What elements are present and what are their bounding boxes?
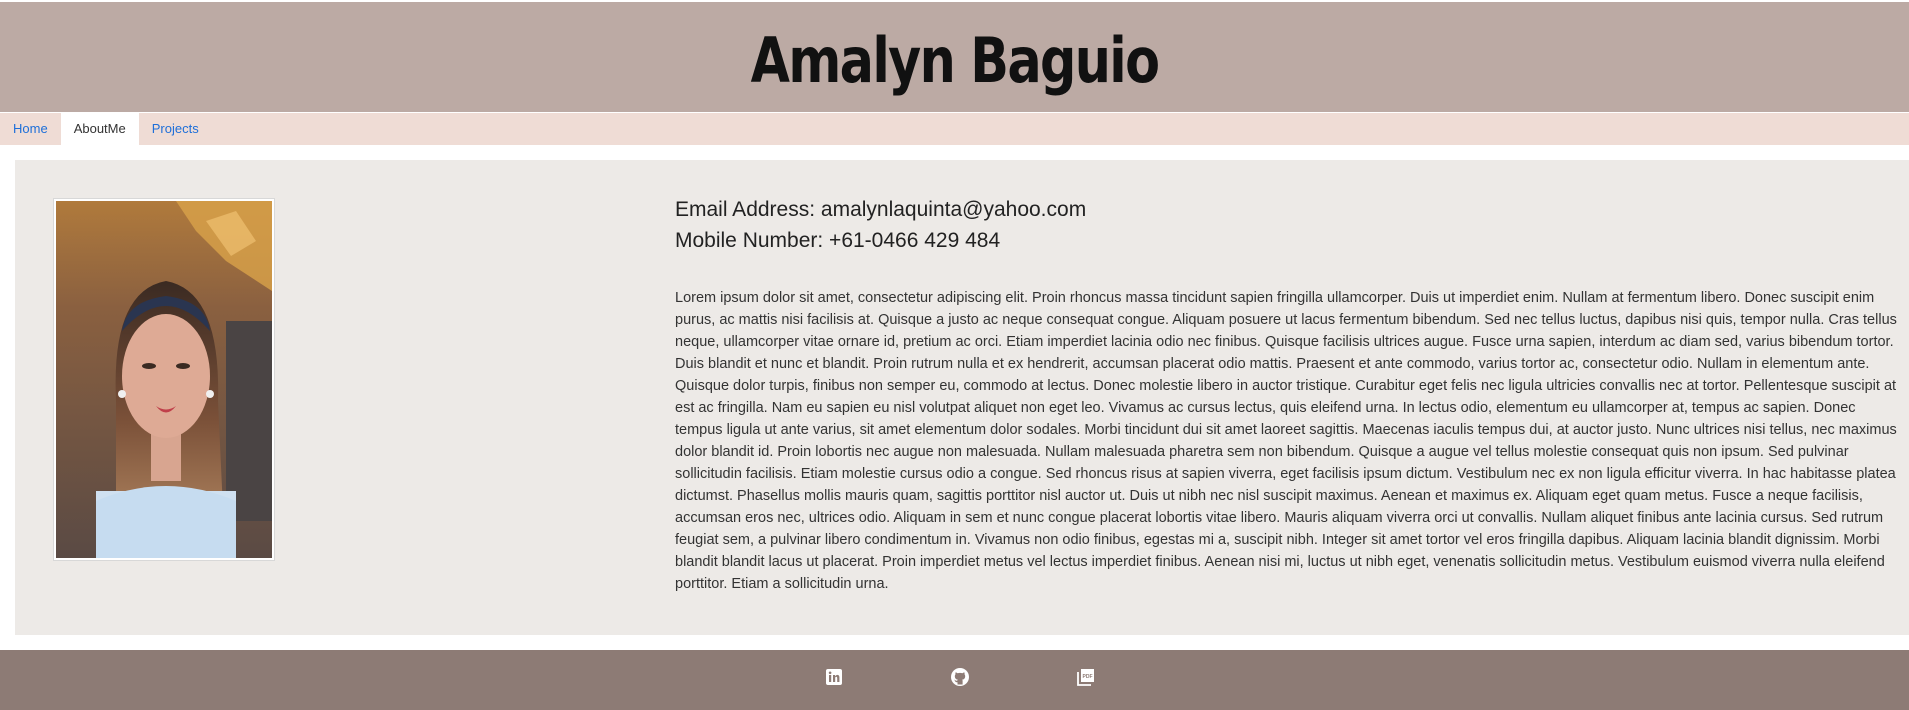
profile-photo (53, 198, 275, 561)
bio-paragraph: Lorem ipsum dolor sit amet, consectetur … (675, 290, 1897, 592)
email-address: Email Address: amalynlaquinta@yahoo.com (675, 198, 1087, 221)
nav-bar: Home AboutMe Projects (0, 113, 1909, 145)
page-title: Amalyn Baguio (750, 24, 1160, 97)
pdf-icon[interactable]: PDF (1076, 667, 1096, 687)
mobile-number: Mobile Number: +61-0466 429 484 (675, 229, 1001, 252)
svg-text:PDF: PDF (1083, 674, 1093, 680)
profile-info: Email Address: amalynlaquinta@yahoo.com … (675, 194, 1897, 610)
page-header: Amalyn Baguio (0, 2, 1909, 112)
linkedin-icon[interactable] (824, 667, 844, 687)
github-icon[interactable] (950, 667, 970, 687)
tab-projects[interactable]: Projects (139, 113, 212, 145)
tab-home[interactable]: Home (0, 113, 61, 145)
about-panel: Email Address: amalynlaquinta@yahoo.com … (15, 160, 1909, 635)
tab-aboutme[interactable]: AboutMe (60, 113, 139, 145)
page-footer: PDF (0, 650, 1909, 710)
